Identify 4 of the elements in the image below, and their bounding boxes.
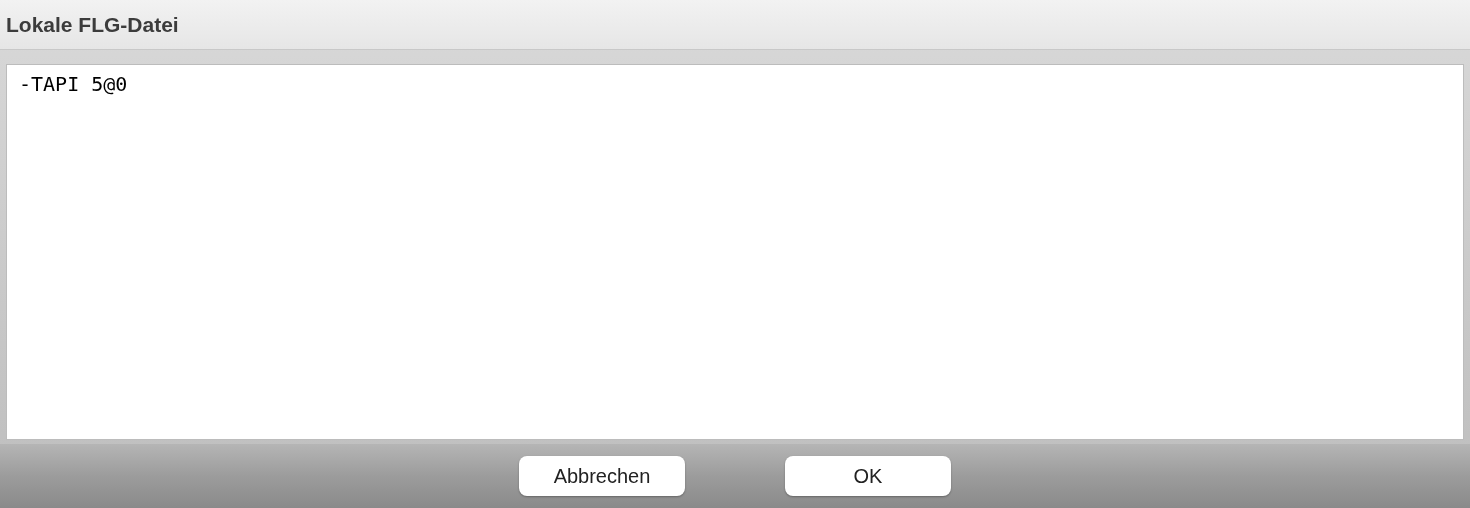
dialog-button[interactable]: Abbrechen bbox=[519, 456, 685, 496]
dialog-button[interactable]: OK bbox=[785, 456, 951, 496]
window-title: Lokale FLG-Datei bbox=[6, 11, 179, 38]
text-editor-field[interactable]: -TAPI 5@0 bbox=[6, 64, 1464, 440]
